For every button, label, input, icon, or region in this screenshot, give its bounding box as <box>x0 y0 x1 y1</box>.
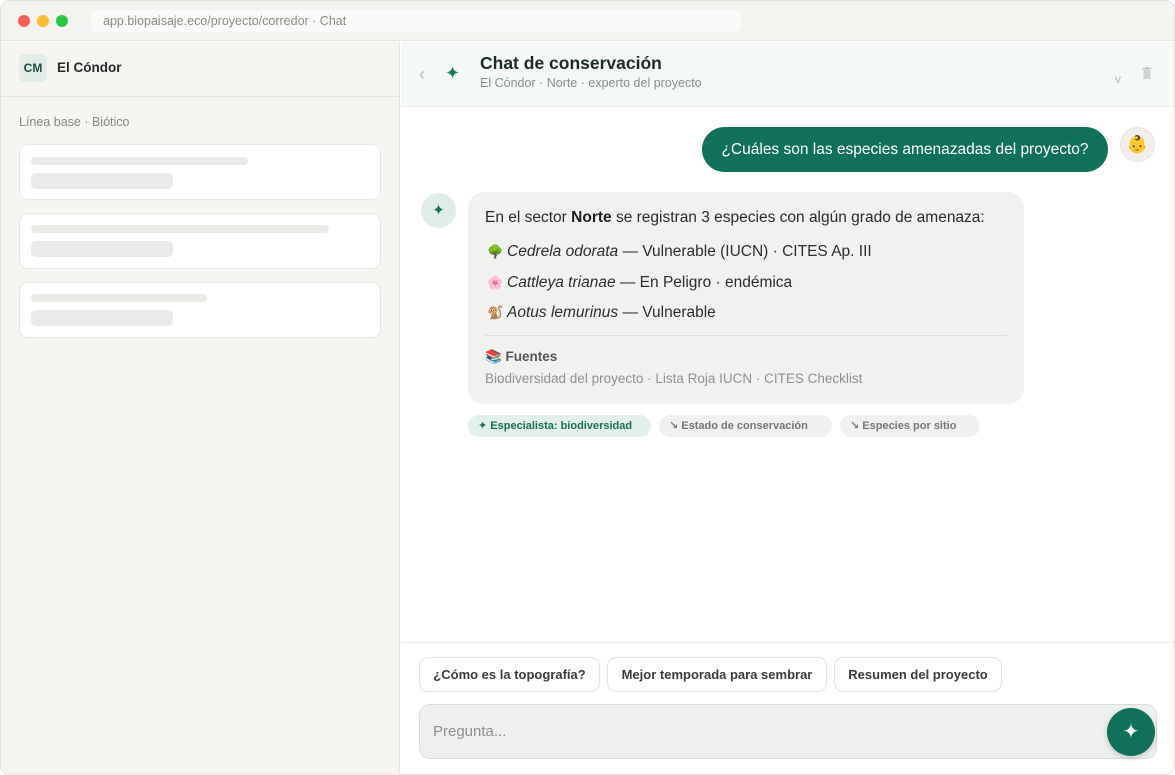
chat-subtitle: El Cóndor · Norte · experto del proyecto <box>480 76 702 90</box>
sparkle-icon: ✦ <box>1122 721 1140 743</box>
close-window-button[interactable] <box>18 15 30 27</box>
assistant-intro: En el sector Norte se registran 3 especi… <box>485 209 985 226</box>
sidebar-header: CM El Cóndor <box>1 42 399 97</box>
user-message: ¿Cuáles son las especies amenazadas del … <box>702 127 1108 172</box>
skeleton-line <box>31 157 248 165</box>
sparkle-icon: ✦ <box>445 63 461 83</box>
sources-title: 📚 Fuentes <box>485 349 558 364</box>
chevron-left-icon[interactable]: ‹ <box>419 64 425 85</box>
minimize-window-button[interactable] <box>37 15 49 27</box>
skeleton-card <box>19 213 381 269</box>
skeleton-line <box>31 310 173 326</box>
skeleton-card <box>19 144 381 200</box>
project-logo: CM <box>19 54 47 82</box>
species-item: 🌸 Cattleya trianae — En Peligro · endémic… <box>487 274 793 291</box>
title-bar: app.biopaisaje.eco/proyecto/corredor · C… <box>1 1 1174 41</box>
suggestion-planting-season[interactable]: Mejor temporada para sembrar <box>607 657 827 692</box>
flower-icon: 🌸 <box>487 275 504 290</box>
species-item: 🌳 Cedrela odorata — Vulnerable (IUCN) · C… <box>487 243 872 260</box>
suggestion-topography[interactable]: ¿Cómo es la topografía? <box>419 657 600 692</box>
trash-icon[interactable] <box>1142 67 1152 79</box>
project-name[interactable]: El Cóndor <box>57 60 122 75</box>
chip-conservation-status[interactable]: ↘ Estado de conservación <box>659 415 832 437</box>
sidebar-section-label: Línea base · Biótico <box>19 115 130 129</box>
chip-species-by-site[interactable]: ↘ Especies por sitio <box>840 415 980 437</box>
user-avatar[interactable]: 👶 <box>1120 127 1155 162</box>
assistant-message: En el sector Norte se registran 3 especi… <box>468 192 1024 404</box>
monkey-icon: 🐒 <box>487 305 504 320</box>
maximize-window-button[interactable] <box>56 15 68 27</box>
skeleton-card <box>19 282 381 338</box>
question-input[interactable]: Pregunta... <box>419 704 1157 759</box>
send-button[interactable]: ✦ <box>1107 708 1155 756</box>
chat-title: Chat de conservación <box>480 53 662 73</box>
assistant-avatar: ✦ <box>421 193 456 228</box>
divider <box>485 335 1007 336</box>
tree-icon: 🌳 <box>487 244 504 259</box>
chat-header: ‹ ✦ Chat de conservación El Cóndor · Nor… <box>401 42 1174 107</box>
suggestion-project-summary[interactable]: Resumen del proyecto <box>834 657 1002 692</box>
composer: ¿Cómo es la topografía? Mejor temporada … <box>401 642 1174 774</box>
sidebar: CM El Cóndor Línea base · Biótico <box>1 42 400 774</box>
address-bar[interactable]: app.biopaisaje.eco/proyecto/corredor · C… <box>91 10 741 32</box>
chat-panel: ‹ ✦ Chat de conservación El Cóndor · Nor… <box>401 42 1174 774</box>
species-item: 🐒 Aotus lemurinus — Vulnerable <box>487 304 716 321</box>
chevron-down-icon[interactable]: v <box>1115 72 1121 86</box>
browser-window: app.biopaisaje.eco/proyecto/corredor · C… <box>0 0 1175 775</box>
skeleton-line <box>31 294 207 302</box>
chip-specialist-biodiversity[interactable]: ✦ Especialista: biodiversidad <box>468 415 651 437</box>
skeleton-line <box>31 241 173 257</box>
skeleton-line <box>31 225 329 233</box>
skeleton-line <box>31 173 173 189</box>
sources-list: Biodiversidad del proyecto · Lista Roja … <box>485 371 863 386</box>
